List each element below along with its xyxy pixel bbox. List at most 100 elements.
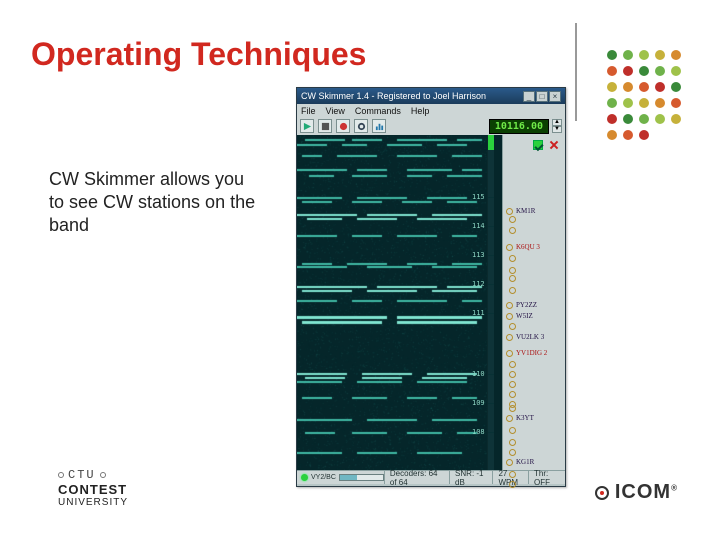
status-decoders: Decoders: 64 of 64 (384, 471, 449, 484)
reject-icon[interactable] (549, 140, 559, 150)
header-dot (655, 82, 665, 92)
freq-tick-label: 110 (472, 370, 485, 378)
header-dot (671, 114, 681, 124)
freq-tick-label: 108 (472, 428, 485, 436)
header-dot (623, 98, 633, 108)
menubar: File View Commands Help (297, 104, 565, 117)
header-dot (623, 130, 633, 140)
idle-marker-icon (509, 427, 516, 434)
callsign-row[interactable]: KG1R (506, 458, 534, 466)
idle-marker-icon (509, 471, 516, 478)
callsign-row[interactable]: W5IZ (506, 312, 533, 320)
callsign-text: VU2LK 3 (516, 333, 544, 341)
window-minimize-button[interactable]: _ (523, 91, 535, 102)
header-dot (639, 114, 649, 124)
ctu-logo: CTU CONTEST UNIVERSITY (58, 468, 128, 508)
waterfall-display[interactable]: 115114113112111110109108 (297, 135, 502, 470)
idle-marker-icon (509, 255, 516, 262)
freq-tick-label: 115 (472, 193, 485, 201)
header-dot (639, 98, 649, 108)
play-icon[interactable] (300, 119, 314, 133)
frequency-scale[interactable]: 115114113112111110109108 (487, 135, 494, 470)
header-dot (639, 82, 649, 92)
ctu-logo-mid: CONTEST (58, 482, 128, 497)
callsign-text: KM1R (516, 207, 535, 215)
freq-up-button[interactable]: ▲ (552, 119, 562, 126)
ctu-logo-bot: UNIVERSITY (58, 497, 128, 508)
idle-marker-icon (509, 481, 516, 488)
body-text: CW Skimmer allows you to see CW stations… (49, 168, 259, 237)
header-dot (639, 50, 649, 60)
header-dot (655, 66, 665, 76)
window-titlebar[interactable]: CW Skimmer 1.4 - Registered to Joel Harr… (297, 88, 565, 104)
callsign-marker-icon (506, 334, 513, 341)
callsign-text: KG1R (516, 458, 534, 466)
freq-tick-label: 112 (472, 280, 485, 288)
callsign-marker-icon (506, 350, 513, 357)
spectrum-icon[interactable] (372, 119, 386, 133)
toolbar: 10116.00 ▲▼ (297, 117, 565, 135)
callsign-panel: KM1R K6QU 3 PY2ZZ W5IZ VU2LK 3 YV1DIG 2 K3YT KG… (502, 135, 565, 470)
freq-tick-label: 111 (472, 309, 485, 317)
status-thr: Thr: OFF (528, 471, 565, 484)
header-dot (655, 98, 665, 108)
callsign-row[interactable]: PY2ZZ (506, 301, 537, 309)
idle-marker-icon (509, 449, 516, 456)
statusbar: VY2/BC Decoders: 64 of 64 SNR: -1 dB 27 … (297, 470, 565, 484)
freq-tick-label: 109 (472, 399, 485, 407)
status-progress (339, 474, 384, 481)
header-dot (607, 130, 617, 140)
idle-marker-icon (509, 275, 516, 282)
frequency-stepper[interactable]: ▲▼ (552, 119, 562, 133)
idle-marker-icon (509, 267, 516, 274)
workspace: 115114113112111110109108 KM1R K6QU 3 PY2ZZ… (297, 135, 565, 470)
passband-marker[interactable] (488, 135, 494, 150)
window-close-button[interactable]: × (549, 91, 561, 102)
menu-help[interactable]: Help (411, 106, 430, 116)
idle-marker-icon (509, 439, 516, 446)
gear-icon[interactable] (354, 119, 368, 133)
header-dot-grid (607, 50, 695, 140)
stop-icon[interactable] (318, 119, 332, 133)
menu-file[interactable]: File (301, 106, 316, 116)
idle-marker-icon (509, 371, 516, 378)
header-dot (671, 50, 681, 60)
status-snr: SNR: -1 dB (449, 471, 492, 484)
callsign-row[interactable]: K6QU 3 (506, 243, 540, 251)
idle-marker-icon (509, 381, 516, 388)
callsign-marker-icon (506, 208, 513, 215)
window-maximize-button[interactable]: □ (536, 91, 548, 102)
frequency-readout[interactable]: 10116.00 (489, 119, 549, 134)
icom-logo: ICOM® (595, 481, 678, 504)
callsign-row[interactable]: YV1DIG 2 (506, 349, 547, 357)
header-dot (623, 82, 633, 92)
callsign-text: W5IZ (516, 312, 533, 320)
header-dot (623, 114, 633, 124)
callsign-marker-icon (506, 459, 513, 466)
callsign-row[interactable]: K3YT (506, 414, 534, 422)
callsign-row[interactable]: KM1R (506, 207, 535, 215)
callsign-marker-icon (506, 302, 513, 309)
icom-o-icon (595, 486, 609, 500)
callsign-text: K6QU 3 (516, 243, 540, 251)
callsign-row[interactable]: VU2LK 3 (506, 333, 544, 341)
ctu-logo-top: CTU (68, 468, 96, 482)
idle-marker-icon (509, 227, 516, 234)
idle-marker-icon (509, 216, 516, 223)
slide-title: Operating Techniques (31, 36, 366, 73)
header-dot (607, 82, 617, 92)
header-dot (655, 114, 665, 124)
record-icon[interactable] (336, 119, 350, 133)
menu-view[interactable]: View (326, 106, 345, 116)
callsign-marker-icon (506, 415, 513, 422)
header-dot (607, 114, 617, 124)
menu-commands[interactable]: Commands (355, 106, 401, 116)
freq-down-button[interactable]: ▼ (552, 126, 562, 133)
accept-icon[interactable] (533, 140, 543, 150)
header-divider (575, 23, 577, 121)
callsign-text: PY2ZZ (516, 301, 537, 309)
callsign-text: K3YT (516, 414, 534, 422)
header-dot (671, 82, 681, 92)
window-title-text: CW Skimmer 1.4 - Registered to Joel Harr… (301, 88, 486, 104)
header-dot (655, 50, 665, 60)
